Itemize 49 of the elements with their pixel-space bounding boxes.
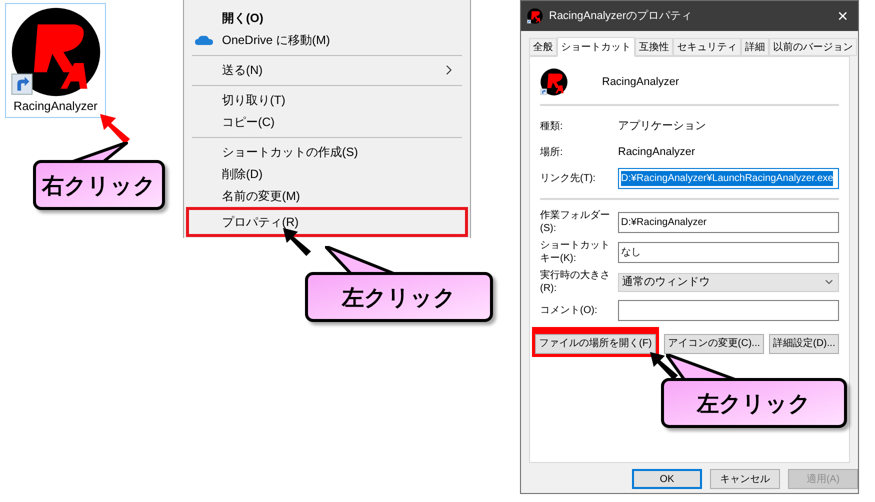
menu-item[interactable]: コピー(C): [189, 111, 465, 133]
app-logo-icon: [10, 6, 102, 98]
callout: 左クリック: [661, 378, 847, 428]
field-label: 実行時の大きさ(R):: [540, 269, 611, 295]
field-value: RacingAnalyzer: [618, 144, 696, 160]
app-logo-icon: [540, 68, 568, 96]
dialog-button[interactable]: ファイルの場所を開く(F): [535, 334, 656, 354]
input-field[interactable]: なし: [618, 242, 839, 262]
pointer-arrow: [283, 228, 311, 256]
footer-button[interactable]: OK: [632, 469, 702, 489]
field-label: リンク先(T):: [540, 172, 597, 184]
pointer-arrow: [100, 114, 130, 144]
dialog-button[interactable]: 詳細設定(D)...: [769, 334, 840, 354]
menu-item[interactable]: 削除(D): [189, 163, 465, 185]
menu-item[interactable]: 開く(O): [189, 7, 465, 29]
desktop-icon[interactable]: RacingAnalyzer: [5, 3, 106, 118]
tab[interactable]: セキュリティ: [673, 38, 741, 56]
field-label: 種類:: [540, 120, 564, 132]
field-label: 場所:: [540, 146, 564, 158]
tab[interactable]: 互換性: [635, 38, 673, 56]
tab[interactable]: 全般: [529, 38, 557, 56]
menu-item[interactable]: 切り取り(T): [189, 89, 465, 111]
menu-item[interactable]: 名前の変更(M): [189, 185, 465, 207]
callout: 右クリック: [33, 160, 165, 210]
field-value: アプリケーション: [618, 118, 706, 134]
field-label: コメント(O):: [540, 304, 598, 316]
cloud-icon: [195, 35, 213, 45]
callout: 左クリック: [305, 272, 493, 322]
input-field[interactable]: D:¥RacingAnalyzer: [618, 212, 839, 232]
menu-item[interactable]: ショートカットの作成(S): [189, 141, 465, 163]
shortcut-name: RacingAnalyzer: [602, 74, 680, 90]
footer-button[interactable]: キャンセル: [710, 469, 780, 489]
icon-label: RacingAnalyzer: [13, 98, 98, 114]
field-label: 作業フォルダー(S):: [540, 209, 611, 235]
close-button[interactable]: ×: [833, 2, 852, 30]
tab[interactable]: ショートカット: [557, 37, 635, 57]
app-logo-icon: [527, 8, 543, 24]
input-field[interactable]: [618, 300, 839, 320]
menu-item[interactable]: 送る(N): [189, 59, 465, 81]
menu-item[interactable]: プロパティ(R): [186, 207, 468, 237]
tab[interactable]: 詳細: [741, 38, 769, 56]
window-title: RacingAnalyzerのプロパティ: [549, 8, 694, 24]
dialog-button[interactable]: アイコンの変更(C)...: [664, 334, 764, 354]
tab[interactable]: 以前のバージョン: [769, 38, 857, 56]
dropdown[interactable]: 通常のウィンドウ: [618, 272, 839, 292]
input-field[interactable]: D:¥RacingAnalyzer¥LaunchRacingAnalyzer.exe: [618, 168, 839, 188]
field-label: ショートカットキー(K):: [540, 239, 611, 265]
menu-item[interactable]: OneDrive に移動(M): [189, 29, 465, 51]
pointer-arrow: [650, 352, 678, 380]
